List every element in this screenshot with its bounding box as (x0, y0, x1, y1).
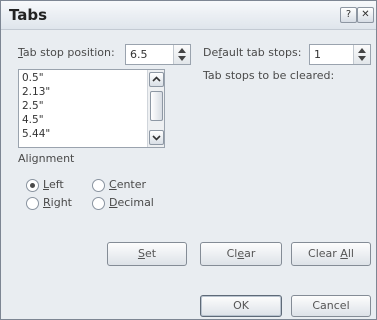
clear-button[interactable]: Clear (200, 242, 282, 266)
alignment-center-radio[interactable] (92, 179, 105, 192)
spin-down-icon[interactable] (358, 56, 366, 61)
list-item[interactable]: 2.5" (22, 100, 44, 112)
scroll-thumb[interactable] (150, 91, 163, 121)
list-item[interactable]: 0.5" (22, 72, 44, 84)
ok-button[interactable]: OK (200, 295, 282, 317)
alignment-right-radio[interactable] (26, 197, 39, 210)
spin-down-icon[interactable] (178, 56, 186, 61)
scroll-up-icon[interactable] (149, 72, 164, 87)
cancel-button[interactable]: Cancel (291, 295, 371, 317)
tab-stop-position-value: 6.5 (130, 48, 148, 61)
title-bar: Tabs ? ✕ (1, 1, 376, 30)
default-tab-stops-value: 1 (314, 48, 321, 61)
tab-stop-position-input[interactable]: 6.5 (125, 44, 191, 65)
tab-stops-to-clear-label: Tab stops to be cleared: (203, 69, 335, 82)
spin-up-icon[interactable] (358, 48, 366, 53)
alignment-label: Alignment (18, 152, 75, 165)
default-tab-stops-label: Default tab stops: (203, 46, 302, 59)
list-scrollbar[interactable] (147, 70, 164, 147)
alignment-left-label[interactable]: Left (43, 178, 64, 191)
alignment-right-label[interactable]: Right (43, 196, 72, 209)
tabs-dialog: Tabs ? ✕ Tab stop position: 6.5 Default … (0, 0, 377, 320)
scroll-down-icon[interactable] (149, 130, 164, 145)
tab-stop-list[interactable]: 0.5" 2.13" 2.5" 4.5" 5.44" (18, 69, 165, 148)
alignment-decimal-label[interactable]: Decimal (109, 196, 154, 209)
radio-selected-dot (30, 183, 35, 188)
alignment-left-radio[interactable] (26, 179, 39, 192)
alignment-center-label[interactable]: Center (109, 178, 146, 191)
help-icon[interactable]: ? (340, 7, 357, 23)
tab-stop-spinner[interactable] (173, 45, 190, 64)
spin-up-icon[interactable] (178, 48, 186, 53)
clear-all-button[interactable]: Clear All (291, 242, 371, 266)
list-item[interactable]: 2.13" (22, 86, 50, 98)
close-icon[interactable]: ✕ (357, 7, 374, 23)
default-tab-stops-input[interactable]: 1 (309, 44, 371, 65)
list-item[interactable]: 4.5" (22, 114, 44, 126)
tab-stop-position-label: Tab stop position: (18, 46, 115, 59)
set-button[interactable]: Set (107, 242, 187, 266)
default-tab-stops-spinner[interactable] (353, 45, 370, 64)
dialog-title: Tabs (9, 6, 48, 24)
alignment-decimal-radio[interactable] (92, 197, 105, 210)
list-item[interactable]: 5.44" (22, 128, 50, 140)
